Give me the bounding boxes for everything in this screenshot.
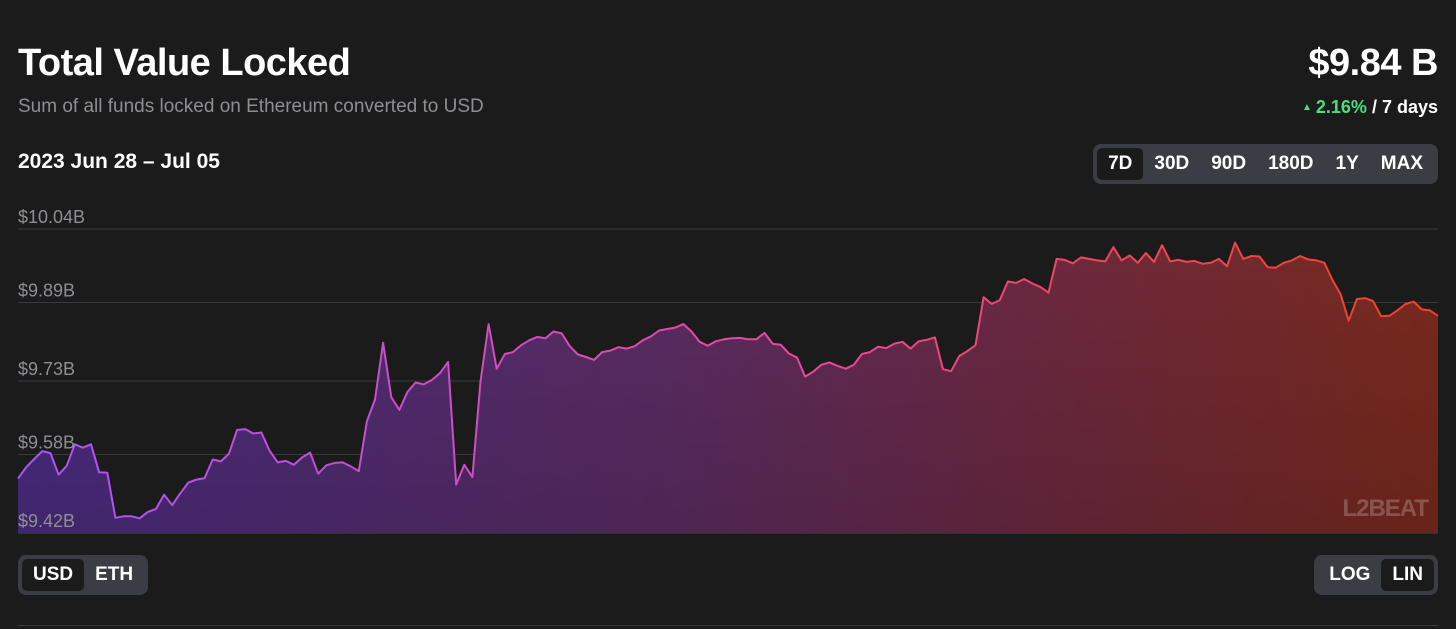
date-range: 2023 Jun 28 – Jul 05 [18, 150, 220, 173]
unit-selector: USD ETH [18, 555, 149, 595]
y-tick-label: $9.42B [18, 511, 75, 531]
range-30d-button[interactable]: 30D [1143, 148, 1200, 180]
time-range-selector: 7D 30D 90D 180D 1Y MAX [1093, 144, 1438, 184]
range-1y-button[interactable]: 1Y [1325, 148, 1370, 180]
scale-lin-button[interactable]: LIN [1381, 559, 1434, 591]
change-percent: 2.16% [1315, 97, 1367, 117]
tvl-area-chart: $9.42B $9.58B $9.73B $9.89B $10.04B [17, 207, 1439, 534]
page-subtitle: Sum of all funds locked on Ethereum conv… [18, 96, 484, 117]
range-180d-button[interactable]: 180D [1257, 148, 1324, 180]
change-indicator: ▲ 2.16% / 7 days [1302, 97, 1438, 118]
y-tick-label: $9.73B [18, 359, 75, 379]
change-period: / 7 days [1371, 97, 1438, 117]
y-tick-label: $10.04B [18, 207, 85, 227]
scale-log-button[interactable]: LOG [1318, 559, 1381, 591]
range-7d-button[interactable]: 7D [1097, 148, 1144, 180]
y-tick-label: $9.58B [18, 433, 75, 453]
unit-usd-button[interactable]: USD [22, 559, 85, 591]
l2beat-logo: L2BEAT [1342, 495, 1429, 522]
tvl-chart: $9.42B $9.58B $9.73B $9.89B $10.04B [0, 195, 1456, 545]
page-title: Total Value Locked [18, 42, 351, 84]
range-90d-button[interactable]: 90D [1200, 148, 1257, 180]
up-arrow-icon: ▲ [1301, 102, 1312, 113]
total-value: $9.84 B [1308, 42, 1438, 84]
scale-selector: LOG LIN [1314, 555, 1438, 595]
unit-eth-button[interactable]: ETH [84, 559, 144, 591]
divider [18, 625, 1438, 626]
tvl-area-shade [18, 242, 1438, 533]
y-tick-label: $9.89B [18, 281, 75, 301]
range-max-button[interactable]: MAX [1370, 148, 1434, 180]
